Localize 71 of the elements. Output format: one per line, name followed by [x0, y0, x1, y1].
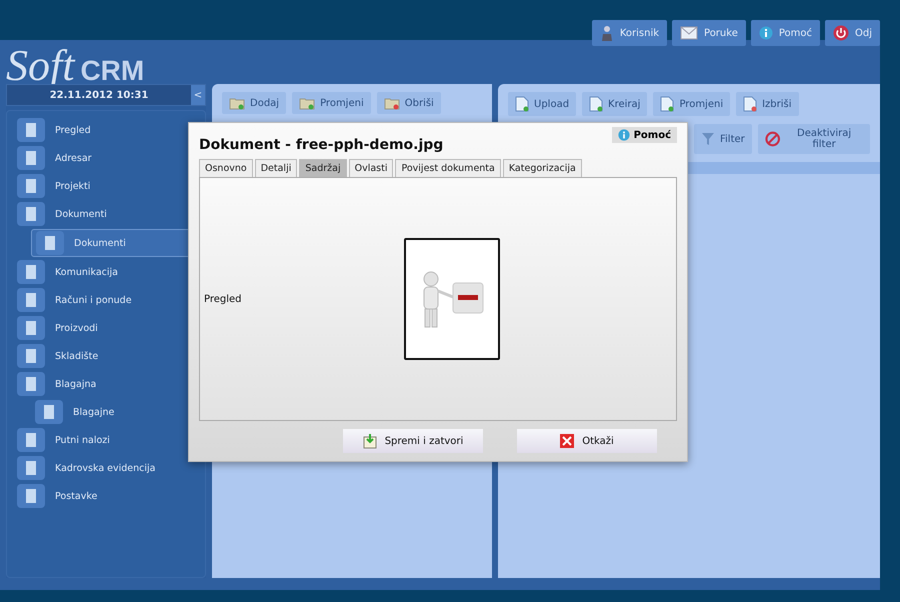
dialog-button[interactable]: Otkaži [517, 429, 657, 453]
nav-item[interactable]: Dokumenti [13, 201, 199, 227]
dialog-button[interactable]: Spremi i zatvori [343, 429, 483, 453]
funnel-icon [701, 132, 715, 146]
page-tile-icon [17, 202, 45, 226]
folder-icon [299, 96, 316, 110]
dialog-title: Dokument - free-pph-demo.jpg [199, 137, 444, 153]
nav-item[interactable]: Putni nalozi [13, 427, 199, 453]
document-icon [515, 96, 529, 112]
toolbar-button[interactable]: Dodaj [222, 92, 286, 114]
nav-item[interactable]: Skladište [13, 343, 199, 369]
help-button[interactable]: Pomoć [612, 127, 677, 143]
filter-button[interactable]: Filter [694, 124, 752, 154]
toolbar-button[interactable]: Promjeni [292, 92, 371, 114]
tab[interactable]: Osnovno [199, 159, 253, 177]
header-button[interactable]: Pomoć [750, 20, 820, 46]
nav-item[interactable]: Računi i ponude [13, 287, 199, 313]
nav-item[interactable]: Komunikacija [13, 259, 199, 285]
save-icon [362, 433, 377, 449]
person-icon [600, 25, 614, 41]
page-tile-icon [35, 400, 63, 424]
page-tile-icon [17, 288, 45, 312]
toolbar-button[interactable]: Promjeni [653, 92, 730, 116]
logo-script-text: Soft [6, 40, 74, 90]
collapse-button[interactable]: < [191, 85, 205, 105]
tab[interactable]: Kategorizacija [502, 159, 582, 177]
filter-button[interactable]: Deaktiviraj filter [758, 124, 870, 154]
header-button[interactable]: Poruke [672, 20, 746, 46]
nav-item[interactable]: Blagajne [31, 399, 199, 425]
header-button[interactable]: Korisnik [592, 20, 668, 46]
header-button[interactable]: Odj [825, 20, 880, 46]
page-tile-icon [17, 146, 45, 170]
tab[interactable]: Sadržaj [299, 159, 347, 177]
nav-item[interactable]: Blagajna [13, 371, 199, 397]
nav-item[interactable]: Postavke [13, 483, 199, 509]
page-tile-icon [17, 372, 45, 396]
page-tile-icon [17, 484, 45, 508]
document-icon [743, 96, 758, 112]
power-icon [833, 25, 849, 41]
page-tile-icon [17, 174, 45, 198]
nav-item[interactable]: Kadrovska evidencija [13, 455, 199, 481]
page-tile-icon [17, 456, 45, 480]
page-tile-icon [17, 344, 45, 368]
page-tile-icon [17, 260, 45, 284]
nav-item[interactable]: Adresar [13, 145, 199, 171]
page-tile-icon [17, 316, 45, 340]
nav-item[interactable]: Projekti [13, 173, 199, 199]
page-tile-icon [36, 231, 64, 255]
datetime-text: 22.11.2012 10:31 [48, 90, 150, 100]
info-icon [758, 26, 773, 40]
nav-item[interactable]: Pregled [13, 117, 199, 143]
folder-icon [384, 96, 400, 110]
field-label: Pregled [204, 294, 243, 304]
toolbar-button[interactable]: Upload [508, 92, 576, 116]
toolbar-button[interactable]: Obriši [376, 92, 441, 114]
toolbar-button[interactable]: Kreiraj [582, 92, 648, 116]
toolbar-button[interactable]: Izbriši [736, 92, 799, 116]
close-icon [560, 434, 574, 448]
info-icon [618, 129, 630, 141]
tab[interactable]: Ovlasti [348, 159, 394, 177]
document-icon [589, 96, 604, 112]
tab[interactable]: Detalji [254, 159, 298, 177]
folder-icon [229, 96, 245, 110]
envelope-icon [680, 26, 698, 40]
document-icon [660, 96, 674, 112]
page-tile-icon [17, 428, 45, 452]
logo-text: CRM [80, 55, 144, 87]
no-entry-icon [764, 131, 780, 147]
page-tile-icon [17, 118, 45, 142]
nav-item[interactable]: Proizvodi [13, 315, 199, 341]
tab[interactable]: Povijest dokumenta [395, 159, 501, 177]
